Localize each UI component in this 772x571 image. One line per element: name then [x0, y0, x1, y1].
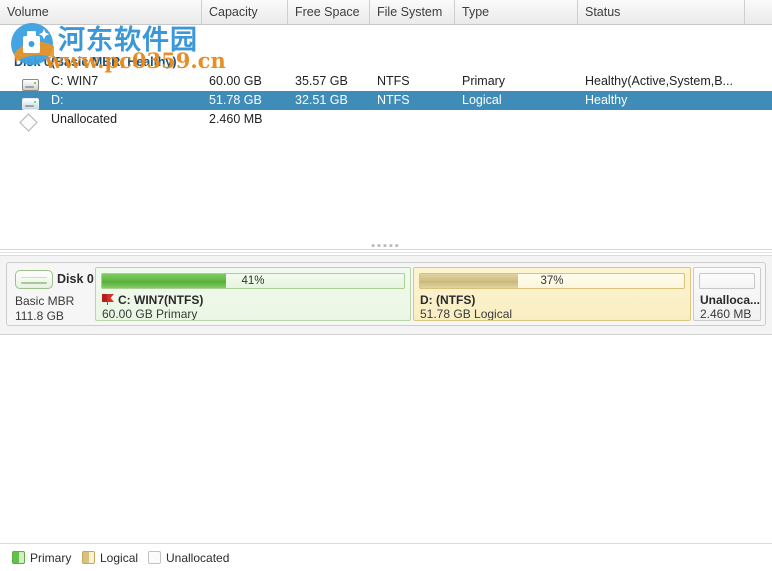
legend-bar: Primary Logical Unallocated	[0, 543, 772, 571]
legend-label-primary: Primary	[30, 551, 72, 565]
partition-block-unallocated[interactable]: Unalloca... 2.460 MB	[693, 267, 761, 321]
usage-bar-percent-unallocated	[700, 274, 754, 288]
active-flag-icon	[102, 294, 114, 305]
hard-disk-icon	[15, 270, 53, 289]
disk-size-label: 111.8 GB	[15, 309, 64, 323]
table-row[interactable]: Unallocated 2.460 MB	[0, 110, 772, 132]
cell-file-system: NTFS	[377, 93, 410, 107]
legend-item-primary: Primary	[12, 550, 71, 566]
volume-list-pane: Volume Capacity Free Space File System T…	[0, 0, 772, 238]
cell-type: Logical	[462, 93, 502, 107]
partition-block-d[interactable]: 37% D: (NTFS) 51.78 GB Logical	[413, 267, 691, 321]
pane-splitter[interactable]: ▪▪▪▪▪	[0, 238, 772, 253]
volume-table-header: Volume Capacity Free Space File System T…	[0, 0, 772, 25]
cell-volume: Unallocated	[51, 112, 118, 126]
table-row[interactable]: C: WIN7 60.00 GB 35.57 GB NTFS Primary H…	[0, 72, 772, 91]
column-header-capacity[interactable]: Capacity	[202, 0, 288, 24]
table-row[interactable]: D: 51.78 GB 32.51 GB NTFS Logical Health…	[0, 91, 772, 110]
column-header-spacer[interactable]	[745, 0, 772, 24]
legend-item-unallocated: Unallocated	[148, 550, 229, 566]
cell-status: Healthy	[585, 93, 628, 107]
partition-label-d: D: (NTFS)	[420, 293, 476, 307]
usage-bar-d: 37%	[419, 273, 685, 289]
drive-icon	[22, 75, 40, 91]
legend-swatch-primary-icon	[12, 551, 25, 564]
partition-sub-c: 60.00 GB Primary	[102, 307, 198, 321]
partition-sub-d: 51.78 GB Logical	[420, 307, 513, 321]
cell-type: Primary	[462, 74, 506, 88]
column-header-free-space[interactable]: Free Space	[288, 0, 370, 24]
disk-scheme-label: Basic MBR	[15, 294, 75, 308]
usage-bar-c: 41%	[101, 273, 405, 289]
cell-type	[455, 110, 578, 129]
column-header-volume[interactable]: Volume	[0, 0, 202, 24]
cell-free-space: 32.51 GB	[295, 93, 348, 107]
legend-swatch-logical-icon	[82, 551, 95, 564]
cell-volume: D:	[51, 93, 64, 107]
splitter-line-top	[0, 249, 772, 250]
usage-bar-percent-c: 41%	[241, 275, 265, 287]
partition-block-c[interactable]: 41% C: WIN7(NTFS) 60.00 GB Primary	[95, 267, 411, 321]
legend-label-unallocated: Unallocated	[166, 551, 230, 565]
cell-file-system	[370, 110, 455, 129]
drive-icon	[22, 94, 40, 110]
cell-status	[578, 110, 768, 129]
legend-label-logical: Logical	[100, 551, 139, 565]
disk-map-pane: Disk 0 Basic MBR 111.8 GB 41% C: WIN7(NT…	[0, 255, 772, 335]
splitter-line-bottom	[0, 252, 772, 253]
disk-0-block[interactable]: Disk 0 Basic MBR 111.8 GB 41% C: WIN7(NT…	[6, 262, 766, 326]
usage-bar-unallocated	[699, 273, 755, 289]
cell-capacity: 2.460 MB	[209, 112, 263, 126]
unallocated-diamond-icon	[19, 113, 40, 132]
disk-title: Disk 0	[57, 272, 94, 286]
cell-capacity: 60.00 GB	[209, 74, 262, 88]
column-header-status[interactable]: Status	[578, 0, 745, 24]
cell-capacity: 51.78 GB	[209, 93, 262, 107]
legend-swatch-unallocated-icon	[148, 551, 161, 564]
cell-status: Healthy(Active,System,B...	[585, 74, 733, 88]
cell-free-space: 35.57 GB	[295, 74, 348, 88]
disk-group-header-row[interactable]: Disk 0(Basic MBR, Healthy)	[0, 53, 772, 72]
column-header-file-system[interactable]: File System	[370, 0, 455, 24]
cell-volume: C: WIN7	[51, 74, 99, 88]
legend-item-logical: Logical	[82, 550, 138, 566]
partition-sub-unallocated: 2.460 MB	[700, 307, 752, 321]
usage-bar-percent-d: 37%	[540, 275, 564, 287]
disk-info-panel[interactable]: Disk 0 Basic MBR 111.8 GB	[7, 263, 94, 325]
column-header-type[interactable]: Type	[455, 0, 578, 24]
disk-management-window: Volume Capacity Free Space File System T…	[0, 0, 772, 571]
partition-label-unallocated: Unalloca...	[700, 293, 761, 307]
cell-file-system: NTFS	[377, 74, 410, 88]
cell-free-space	[288, 110, 370, 129]
disk-group-label: Disk 0(Basic MBR, Healthy)	[14, 55, 177, 69]
partition-label-c: C: WIN7(NTFS)	[118, 293, 204, 307]
